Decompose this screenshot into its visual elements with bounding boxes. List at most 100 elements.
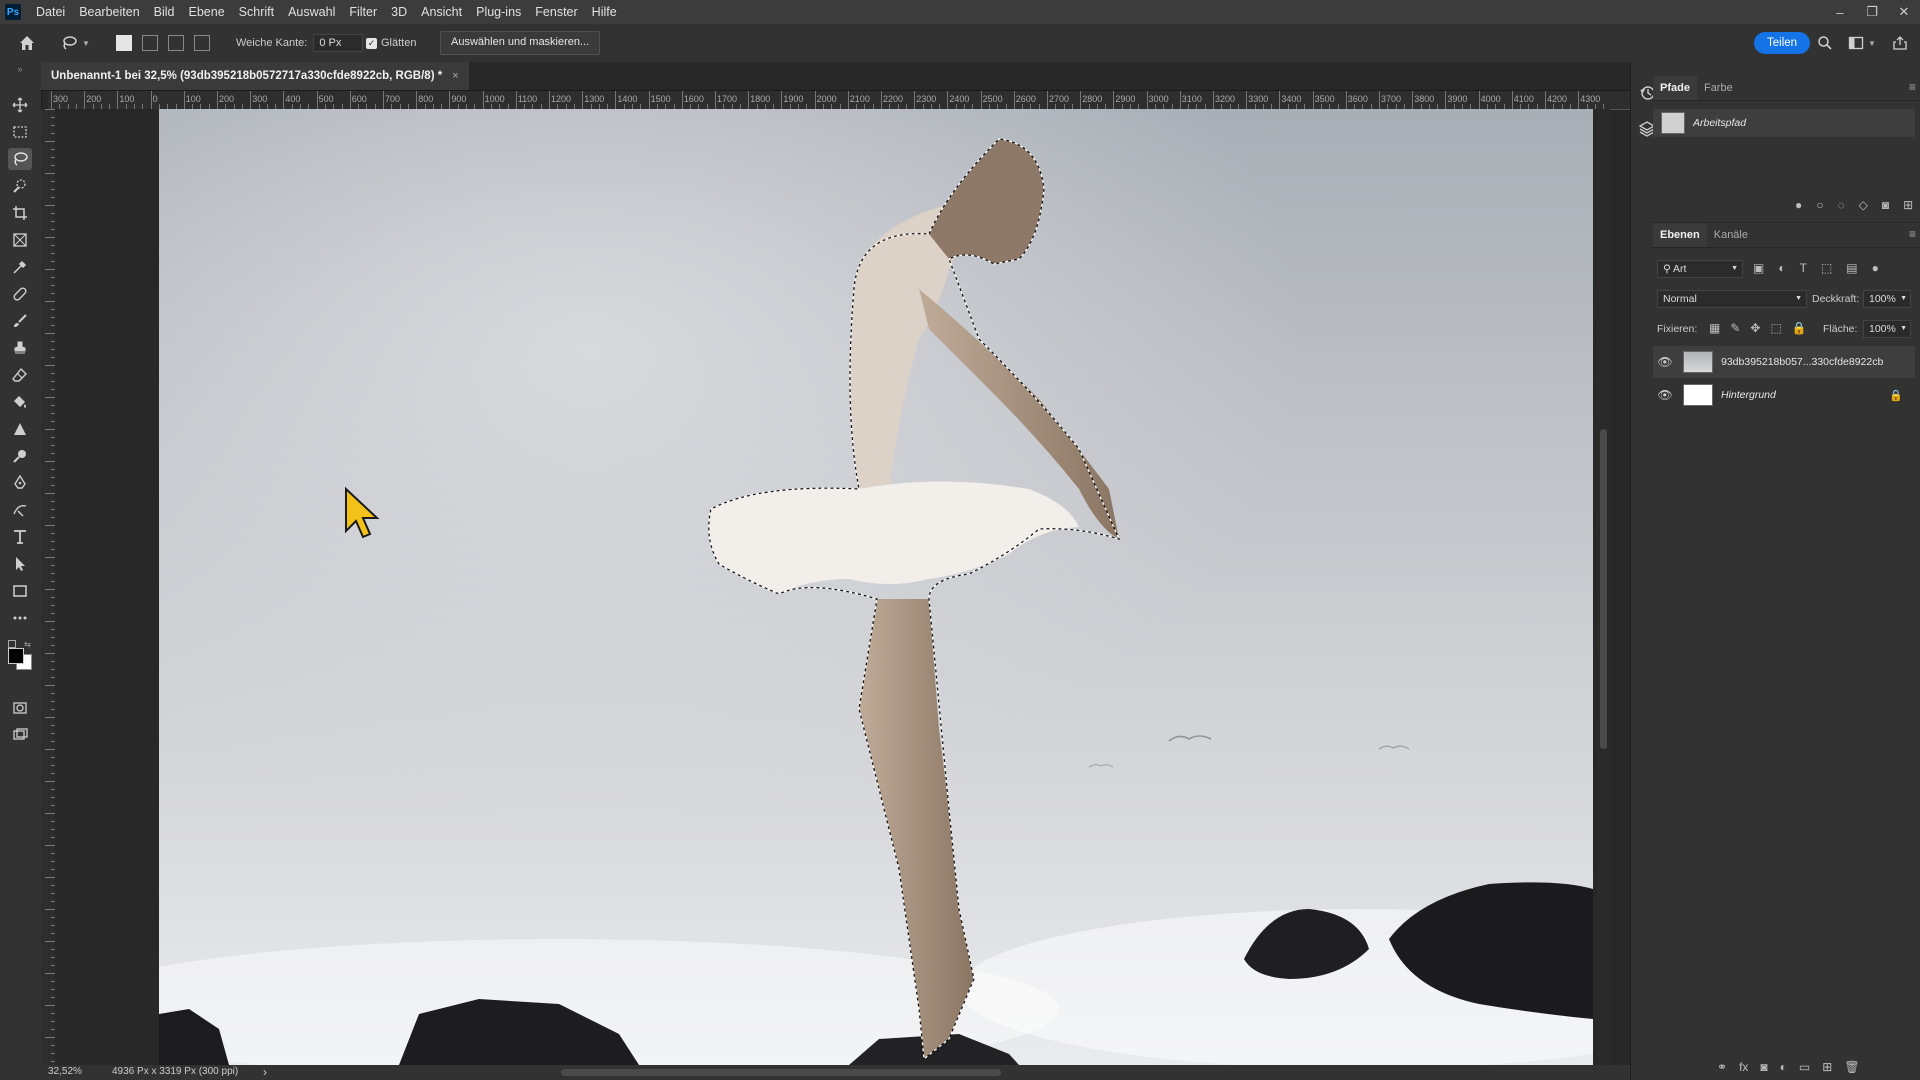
panel-menu-icon[interactable]: ≡ xyxy=(1909,227,1916,241)
move-tool[interactable] xyxy=(8,94,32,116)
new-group-icon[interactable]: ▭ xyxy=(1799,1060,1810,1074)
healing-brush-tool[interactable] xyxy=(8,283,32,305)
shape-layer-filter-icon[interactable]: ⬚ xyxy=(1821,261,1832,275)
layer-row[interactable]: 👁 Hintergrund 🔒 xyxy=(1653,379,1915,411)
tab-ebenen[interactable]: Ebenen xyxy=(1653,223,1707,247)
quick-mask-button[interactable] xyxy=(8,697,32,719)
menu-filter[interactable]: Filter xyxy=(342,5,384,19)
smart-object-filter-icon[interactable]: ▤ xyxy=(1846,261,1857,275)
fill-input[interactable]: 100% ▼ xyxy=(1863,320,1911,338)
close-document-icon[interactable]: × xyxy=(452,70,458,82)
ballerina-photo[interactable] xyxy=(159,109,1593,1065)
fill-path-icon[interactable]: ● xyxy=(1795,198,1802,212)
swap-colors-icon[interactable]: ⇆ xyxy=(24,640,31,649)
rectangle-tool[interactable] xyxy=(8,580,32,602)
add-mask-icon[interactable]: ◙ xyxy=(1760,1060,1767,1074)
eyedropper-tool[interactable] xyxy=(8,256,32,278)
stamp-tool[interactable] xyxy=(8,337,32,359)
stroke-path-icon[interactable]: ○ xyxy=(1816,198,1823,212)
minimize-button[interactable]: – xyxy=(1824,0,1856,24)
new-selection-button[interactable] xyxy=(116,35,132,51)
tab-kanaele[interactable]: Kanäle xyxy=(1707,223,1755,247)
delete-layer-icon[interactable]: 🗑 xyxy=(1844,1060,1859,1074)
marquee-tool[interactable] xyxy=(8,121,32,143)
opacity-input[interactable]: 100% ▼ xyxy=(1863,290,1911,308)
filter-toggle-icon[interactable]: ● xyxy=(1872,261,1879,275)
path-selection-tool[interactable] xyxy=(8,553,32,575)
search-button[interactable] xyxy=(1817,24,1833,62)
subtract-selection-button[interactable] xyxy=(168,35,184,51)
tab-farbe[interactable]: Farbe xyxy=(1697,76,1740,100)
add-to-selection-button[interactable] xyxy=(142,35,158,51)
intersect-selection-button[interactable] xyxy=(194,35,210,51)
menu-ebene[interactable]: Ebene xyxy=(182,5,232,19)
scrollbar-thumb[interactable] xyxy=(1600,429,1607,749)
lock-position-icon[interactable]: ✥ xyxy=(1750,321,1760,335)
default-colors-icon[interactable] xyxy=(8,640,16,648)
adjustment-layer-icon[interactable]: ◐ xyxy=(1780,1060,1787,1074)
screen-mode-button[interactable] xyxy=(8,724,32,746)
quick-selection-tool[interactable] xyxy=(8,175,32,197)
close-window-button[interactable]: ✕ xyxy=(1888,0,1920,24)
menu-auswahl[interactable]: Auswahl xyxy=(281,5,342,19)
horizontal-ruler[interactable]: 300 200 100 0 100 200 300 400 500 600 700 800 900 100… xyxy=(48,91,1630,110)
tab-pfade[interactable]: Pfade xyxy=(1653,76,1697,100)
restore-button[interactable]: ❐ xyxy=(1856,0,1888,24)
canvas-area[interactable] xyxy=(55,109,1597,1065)
feather-input[interactable] xyxy=(313,34,364,52)
layer-row[interactable]: 👁 93db395218b057...330cfde8922cb xyxy=(1653,346,1915,378)
menu-hilfe[interactable]: Hilfe xyxy=(585,5,624,19)
brush-tool[interactable] xyxy=(8,310,32,332)
menu-3d[interactable]: 3D xyxy=(384,5,414,19)
path-item[interactable]: Arbeitspfad xyxy=(1653,109,1915,137)
antialias-checkbox[interactable]: ✓ xyxy=(366,37,377,49)
frame-tool[interactable] xyxy=(8,229,32,251)
document-tab[interactable]: Unbenannt-1 bei 32,5% (93db395218b057271… xyxy=(41,62,469,90)
new-path-icon[interactable]: ⊞ xyxy=(1903,198,1913,212)
menu-bearbeiten[interactable]: Bearbeiten xyxy=(72,5,146,19)
menu-schrift[interactable]: Schrift xyxy=(232,5,281,19)
pen-tool[interactable] xyxy=(8,472,32,494)
link-layers-icon[interactable]: ⚭ xyxy=(1717,1060,1727,1074)
vertical-scrollbar[interactable] xyxy=(1597,109,1610,1065)
photoshop-logo[interactable]: Ps xyxy=(5,4,21,20)
paint-bucket-tool[interactable] xyxy=(8,391,32,413)
load-selection-icon[interactable]: ◌ xyxy=(1838,198,1845,212)
crop-tool[interactable] xyxy=(8,202,32,224)
type-tool[interactable] xyxy=(8,526,32,548)
new-layer-icon[interactable]: ⊞ xyxy=(1822,1060,1832,1074)
collapse-icon[interactable]: » xyxy=(8,64,32,74)
dodge-tool[interactable] xyxy=(8,445,32,467)
sharpen-tool[interactable] xyxy=(8,418,32,440)
menu-bild[interactable]: Bild xyxy=(147,5,182,19)
menu-plugins[interactable]: Plug-ins xyxy=(469,5,528,19)
more-tools[interactable] xyxy=(8,607,32,629)
blend-mode-select[interactable]: Normal ▼ xyxy=(1657,290,1807,308)
status-menu-arrow[interactable]: › xyxy=(263,1065,267,1079)
menu-datei[interactable]: Datei xyxy=(29,5,72,19)
menu-fenster[interactable]: Fenster xyxy=(528,5,584,19)
layer-filter-select[interactable]: ⚲ Art ▼ xyxy=(1657,260,1743,278)
eye-icon[interactable]: 👁 xyxy=(1653,388,1677,402)
foreground-color-swatch[interactable] xyxy=(8,648,24,664)
fx-icon[interactable]: fx xyxy=(1739,1060,1748,1074)
lasso-preset-picker[interactable]: ▼ xyxy=(60,24,90,62)
lock-all-icon[interactable]: 🔒 xyxy=(1792,321,1807,335)
panel-menu-icon[interactable]: ≡ xyxy=(1909,80,1916,94)
freeform-pen-tool[interactable] xyxy=(8,499,32,521)
color-swatches[interactable]: ⇆ xyxy=(8,640,34,672)
adjustment-layer-filter-icon[interactable]: ◐ xyxy=(1778,261,1785,275)
make-path-icon[interactable]: ◇ xyxy=(1859,198,1868,212)
lock-pixels-icon[interactable]: ✎ xyxy=(1730,321,1740,335)
lock-transparency-icon[interactable]: ▦ xyxy=(1709,321,1720,335)
horizontal-scrollbar-thumb[interactable] xyxy=(561,1069,1001,1076)
share-button[interactable]: Teilen xyxy=(1754,32,1811,54)
add-mask-icon[interactable]: ◙ xyxy=(1882,198,1889,212)
select-and-mask-button[interactable]: Auswählen und maskieren... xyxy=(440,31,601,55)
type-layer-filter-icon[interactable]: T xyxy=(1800,261,1807,275)
lasso-tool[interactable] xyxy=(8,148,32,170)
eraser-tool[interactable] xyxy=(8,364,32,386)
home-button[interactable] xyxy=(18,24,36,62)
lock-artboard-icon[interactable]: ⬚ xyxy=(1770,321,1781,335)
pixel-layer-filter-icon[interactable]: ▣ xyxy=(1753,261,1764,275)
